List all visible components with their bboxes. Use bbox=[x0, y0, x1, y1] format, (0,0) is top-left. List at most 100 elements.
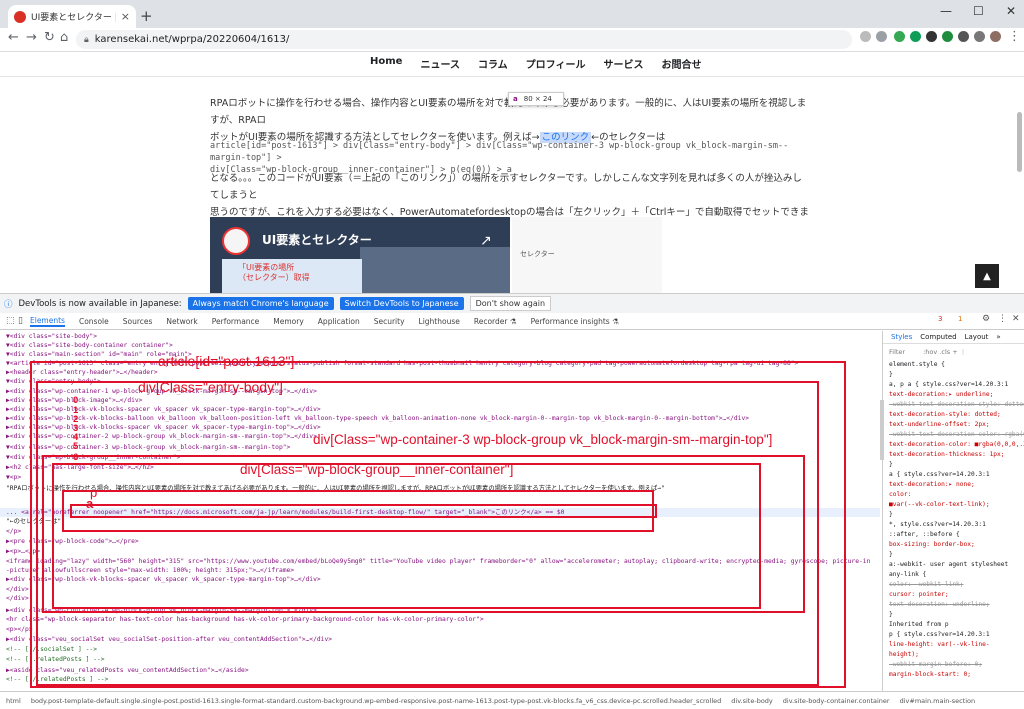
devtools-tab[interactable]: Elements bbox=[30, 316, 65, 327]
styles-filter-input[interactable]: Filter bbox=[889, 348, 905, 356]
style-rule-line[interactable]: margin-block-start: 0; bbox=[889, 671, 971, 679]
style-rule-line[interactable]: text-decoration-thickness: 1px; bbox=[889, 451, 1004, 459]
site-nav-item[interactable]: ニュース bbox=[420, 56, 460, 71]
styles-tab[interactable]: » bbox=[996, 333, 1000, 341]
devtools-tab[interactable]: Sources bbox=[123, 317, 153, 326]
style-rule-line[interactable]: a { style.css?ver=14.20.3:1 bbox=[889, 471, 990, 479]
extension-icon[interactable] bbox=[894, 31, 905, 42]
dom-node-line[interactable]: <p></p> bbox=[6, 626, 33, 634]
style-rule-line[interactable]: text-decoration-color: ■rgba(0,0,0,.3); bbox=[889, 441, 1024, 449]
style-rule-line[interactable]: a:-webkit- user agent stylesheet bbox=[889, 561, 1008, 569]
style-rule-line[interactable]: -webkit-text-decoration-style: dotted; bbox=[889, 401, 1024, 409]
device-toolbar-icon[interactable]: ▯ bbox=[18, 316, 23, 326]
dom-node-line[interactable]: ▼<div class="site-body"> bbox=[6, 333, 97, 341]
sidebar-icon[interactable] bbox=[974, 31, 985, 42]
style-rule-line[interactable]: text-decoration: underline; bbox=[889, 601, 990, 609]
puzzle-icon[interactable] bbox=[958, 31, 969, 42]
inspect-element-icon[interactable]: ⬚ bbox=[6, 316, 15, 326]
styles-tab[interactable]: Styles bbox=[891, 333, 912, 341]
style-rule-line[interactable]: ::after, ::before { bbox=[889, 531, 960, 539]
close-window-button[interactable]: ✕ bbox=[1006, 4, 1016, 18]
breadcrumb-item[interactable]: div.site-body-container.container bbox=[783, 697, 890, 705]
switch-to-japanese-button[interactable]: Switch DevTools to Japanese bbox=[339, 297, 464, 310]
dom-node-line[interactable]: </div> bbox=[6, 586, 29, 594]
style-rule-line[interactable]: cursor: pointer; bbox=[889, 591, 949, 599]
style-rule-line[interactable]: any-link { bbox=[889, 571, 926, 579]
scroll-to-top-button[interactable]: ▲ bbox=[975, 264, 999, 288]
browser-tab[interactable]: UI要素とセレクター | ちいさなRPAこ × bbox=[8, 5, 136, 28]
style-rule-line[interactable]: Inherited from p bbox=[889, 621, 949, 629]
breadcrumb-item[interactable]: div.site-body bbox=[731, 697, 773, 705]
style-rule-line[interactable]: text-underline-offset: 2px; bbox=[889, 421, 990, 429]
close-devtools-icon[interactable]: ✕ bbox=[1012, 314, 1020, 324]
warning-badge[interactable]: 1 bbox=[958, 315, 962, 323]
dom-node-line[interactable]: ▼<div class="site-body-container contain… bbox=[6, 342, 173, 350]
style-rule-line[interactable]: -webkit-text-decoration-color: rgba(0,0,… bbox=[889, 431, 1024, 439]
style-rule-line[interactable]: *, style.css?ver=14.20.3:1 bbox=[889, 521, 986, 529]
avatar[interactable] bbox=[990, 31, 1001, 42]
video-thumbnail[interactable]: UI要素とセレクター ↗ 「UI要素の場所 （セレクター）取得 bbox=[210, 217, 510, 293]
devtools-tab[interactable]: Memory bbox=[273, 317, 304, 326]
style-rule-line[interactable]: height); bbox=[889, 651, 919, 659]
style-rule-line[interactable]: } bbox=[889, 371, 893, 379]
styles-tab[interactable]: Layout bbox=[965, 333, 989, 341]
dom-node-line[interactable]: </p> bbox=[6, 528, 21, 536]
style-rule-line[interactable]: line-height: var(--vk-line- bbox=[889, 641, 990, 649]
maximize-button[interactable]: ☐ bbox=[973, 4, 984, 18]
style-rule-line[interactable]: color: -webkit-link; bbox=[889, 581, 964, 589]
page-scrollbar[interactable] bbox=[1017, 112, 1022, 172]
menu-dots-icon[interactable]: ⋮ bbox=[998, 314, 1007, 324]
gear-icon[interactable]: ⚙ bbox=[982, 314, 990, 324]
dom-node-line[interactable]: ▼<p> bbox=[6, 474, 21, 482]
share-icon[interactable] bbox=[860, 31, 871, 42]
extension-icon[interactable] bbox=[910, 31, 921, 42]
site-nav-item[interactable]: プロフィール bbox=[526, 56, 586, 71]
share-icon[interactable]: ↗ bbox=[480, 233, 492, 249]
devtools-tab[interactable]: Network bbox=[166, 317, 197, 326]
style-rule-line[interactable]: } bbox=[889, 611, 893, 619]
style-rule-line[interactable]: a, p a { style.css?ver=14.20.3:1 bbox=[889, 381, 1008, 389]
site-nav-item[interactable]: お問合せ bbox=[661, 56, 701, 71]
home-icon[interactable]: ⌂ bbox=[60, 30, 68, 45]
devtools-scrollbar[interactable] bbox=[880, 400, 884, 460]
style-rule-line[interactable]: element.style { bbox=[889, 361, 945, 369]
styles-tab[interactable]: Computed bbox=[920, 333, 956, 341]
style-rule-line[interactable]: -webkit-margin-before: 0; bbox=[889, 661, 982, 669]
tab-close-icon[interactable]: × bbox=[121, 10, 130, 23]
menu-dots-icon[interactable]: ⋮ bbox=[1008, 29, 1021, 44]
always-match-language-button[interactable]: Always match Chrome's language bbox=[187, 297, 334, 310]
devtools-tab[interactable]: Application bbox=[318, 317, 360, 326]
devtools-tab[interactable]: Performance insights ⚗ bbox=[531, 317, 619, 326]
style-rule-line[interactable]: text-decoration:▸ underline; bbox=[889, 391, 993, 399]
bookmark-star-icon[interactable] bbox=[876, 31, 887, 42]
dom-node-line[interactable]: </div> bbox=[6, 595, 29, 603]
new-tab-button[interactable]: + bbox=[140, 7, 153, 25]
dont-show-again-button[interactable]: Don't show again bbox=[469, 296, 552, 311]
minimize-button[interactable]: — bbox=[940, 4, 952, 18]
breadcrumb-item[interactable]: body.post-template-default.single.single… bbox=[31, 697, 721, 705]
style-rule-line[interactable]: } bbox=[889, 461, 893, 469]
forward-icon[interactable]: → bbox=[26, 30, 37, 45]
breadcrumb-item[interactable]: html bbox=[6, 697, 21, 705]
style-rule-line[interactable]: } bbox=[889, 511, 893, 519]
site-nav-item[interactable]: コラム bbox=[478, 56, 508, 71]
devtools-tab[interactable]: Lighthouse bbox=[419, 317, 460, 326]
devtools-tab[interactable]: Recorder ⚗ bbox=[474, 317, 517, 326]
site-nav-item[interactable]: サービス bbox=[603, 56, 643, 71]
devtools-tab[interactable]: Console bbox=[79, 317, 109, 326]
back-icon[interactable]: ← bbox=[8, 30, 19, 45]
extension-icon[interactable] bbox=[926, 31, 937, 42]
style-rule-line[interactable]: box-sizing: border-box; bbox=[889, 541, 975, 549]
style-rule-line[interactable]: ■var(--vk-color-text-link); bbox=[889, 501, 990, 509]
styles-filter-tools[interactable]: :hov .cls + ⋮ bbox=[923, 348, 966, 356]
address-bar[interactable]: 🔒︎ karensekai.net/wprpa/20220604/1613/ bbox=[76, 30, 852, 49]
style-rule-line[interactable]: } bbox=[889, 551, 893, 559]
site-nav-item[interactable]: Home bbox=[370, 56, 402, 71]
error-badge[interactable]: 3 bbox=[938, 315, 942, 323]
reload-icon[interactable]: ↻ bbox=[44, 30, 55, 45]
devtools-tab[interactable]: Performance bbox=[212, 317, 260, 326]
style-rule-line[interactable]: p { style.css?ver=14.20.3:1 bbox=[889, 631, 990, 639]
style-rule-line[interactable]: text-decoration:▸ none; bbox=[889, 481, 975, 489]
devtools-tab[interactable]: Security bbox=[374, 317, 405, 326]
style-rule-line[interactable]: color: bbox=[889, 491, 911, 499]
